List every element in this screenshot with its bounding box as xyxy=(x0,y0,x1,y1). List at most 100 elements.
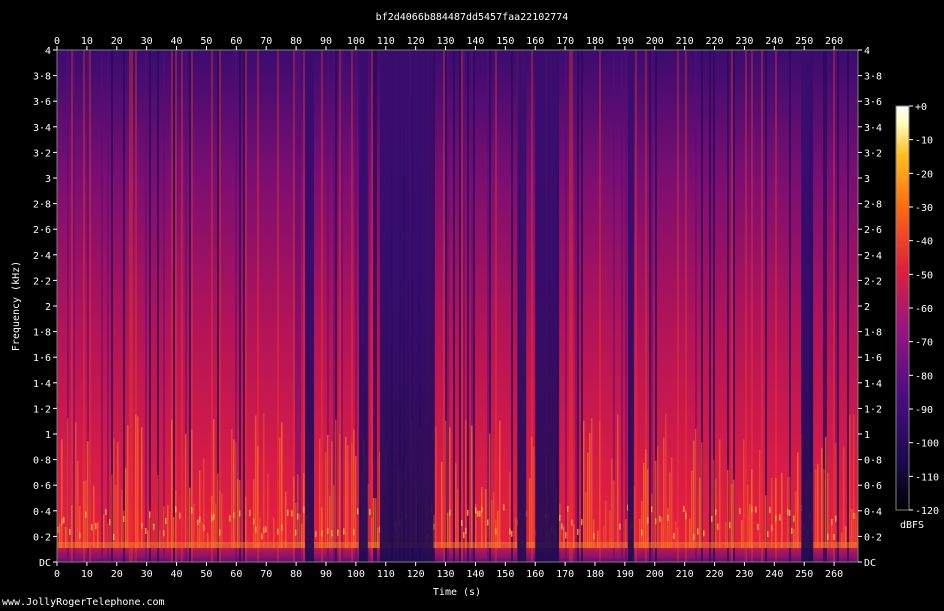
x-tick-label-bottom: 50 xyxy=(200,569,212,580)
harmonic xyxy=(213,419,215,548)
colorbar-tick-label: -70 xyxy=(915,338,933,349)
harmonic-peak xyxy=(853,512,855,519)
x-tick-label-top: 90 xyxy=(320,36,332,47)
harmonic-peak xyxy=(145,527,147,534)
stripe xyxy=(447,50,449,562)
x-axis-label: Time (s) xyxy=(433,587,481,598)
harmonic xyxy=(231,429,233,548)
harmonic xyxy=(727,469,729,548)
y-tick-label-right: 1·4 xyxy=(864,379,882,390)
harmonic xyxy=(87,441,89,548)
y-tick-label-left: 1·8 xyxy=(33,328,51,339)
harmonic xyxy=(493,492,495,548)
quiet-region xyxy=(517,50,527,562)
harmonic xyxy=(215,503,217,548)
harmonic xyxy=(339,433,341,548)
harmonic xyxy=(835,442,837,548)
harmonic xyxy=(71,505,73,548)
harmonic-peak xyxy=(153,523,155,530)
stripe xyxy=(131,50,133,562)
x-tick-label-bottom: 90 xyxy=(320,569,332,580)
stripe xyxy=(189,50,191,562)
stripe xyxy=(375,50,377,562)
harmonic-peak xyxy=(277,528,279,535)
harmonic xyxy=(645,449,647,548)
harmonic-peak xyxy=(91,524,93,531)
harmonic xyxy=(843,446,845,548)
harmonic xyxy=(113,438,115,548)
harmonic-peak xyxy=(353,529,355,536)
harmonic xyxy=(611,458,613,548)
colorbar-tick-label: -60 xyxy=(915,304,933,315)
chart-title: bf2d4066b884487dd5457faa22102774 xyxy=(376,12,569,23)
harmonic xyxy=(647,469,649,548)
harmonic-peak xyxy=(651,506,653,513)
x-tick-label-top: 50 xyxy=(200,36,212,47)
harmonic xyxy=(817,464,819,548)
harmonic xyxy=(75,421,77,548)
harmonic-peak xyxy=(793,515,795,522)
harmonic-peak xyxy=(287,509,289,516)
y-tick-label-left: 3·4 xyxy=(33,123,51,134)
harmonic xyxy=(221,493,223,548)
stripe xyxy=(473,50,475,562)
stripe xyxy=(211,50,213,562)
harmonic xyxy=(499,420,501,548)
x-tick-label-top: 250 xyxy=(795,36,813,47)
harmonic xyxy=(83,480,85,548)
harmonic xyxy=(345,436,347,548)
harmonic xyxy=(375,498,377,548)
x-tick-label-bottom: 30 xyxy=(141,569,153,580)
harmonic-peak xyxy=(95,523,97,530)
x-tick-label-top: 260 xyxy=(825,36,843,47)
harmonic xyxy=(285,491,287,548)
stripe xyxy=(149,50,151,562)
harmonic-peak xyxy=(831,518,833,525)
harmonic-peak xyxy=(487,519,489,526)
harmonic xyxy=(445,420,447,548)
x-tick-label-top: 130 xyxy=(437,36,455,47)
x-axis-bottom: 0 10 20 30 40 50 60 70 80 90 100 110 120 130 140 150 160… xyxy=(54,562,843,580)
colorbar-tick-label: +0 xyxy=(915,102,927,113)
harmonic-peak xyxy=(755,506,757,513)
harmonic xyxy=(821,448,823,548)
stripe xyxy=(175,50,177,562)
harmonic xyxy=(117,442,119,548)
harmonic xyxy=(509,471,511,548)
quiet-region xyxy=(305,50,315,562)
low-band xyxy=(57,542,858,548)
harmonic xyxy=(795,491,797,548)
harmonic-peak xyxy=(369,509,371,516)
x-tick-label-bottom: 60 xyxy=(230,569,242,580)
x-tick-label-top: 110 xyxy=(377,36,395,47)
harmonic xyxy=(295,502,297,548)
harmonic xyxy=(533,447,535,548)
harmonic-peak xyxy=(253,518,255,525)
harmonic xyxy=(587,452,589,548)
harmonic xyxy=(127,425,129,548)
harmonic-peak xyxy=(655,518,657,525)
harmonic xyxy=(701,442,703,548)
harmonic xyxy=(485,489,487,548)
x-axis-top: 0 10 20 30 40 50 60 70 80 90 100 110 120 130 140 150 160… xyxy=(54,36,843,50)
harmonic xyxy=(559,503,561,548)
harmonic xyxy=(749,503,751,548)
stripe xyxy=(565,50,567,562)
harmonic-peak xyxy=(767,531,769,538)
stripe xyxy=(459,50,461,562)
harmonic-peak xyxy=(561,523,563,530)
x-tick-label-bottom: 80 xyxy=(290,569,302,580)
x-tick-label-top: 190 xyxy=(616,36,634,47)
harmonic xyxy=(471,425,473,548)
harmonic xyxy=(641,501,643,548)
stripe xyxy=(461,50,463,562)
stripe xyxy=(569,50,571,562)
harmonic xyxy=(665,413,667,548)
y-tick-label-left: 3 xyxy=(45,174,51,185)
stripe xyxy=(299,50,301,562)
stripe xyxy=(765,50,767,562)
y-tick-label-left: 1·2 xyxy=(33,404,51,415)
harmonic-peak xyxy=(771,525,773,532)
stripe xyxy=(173,50,175,562)
harmonic xyxy=(321,507,323,548)
